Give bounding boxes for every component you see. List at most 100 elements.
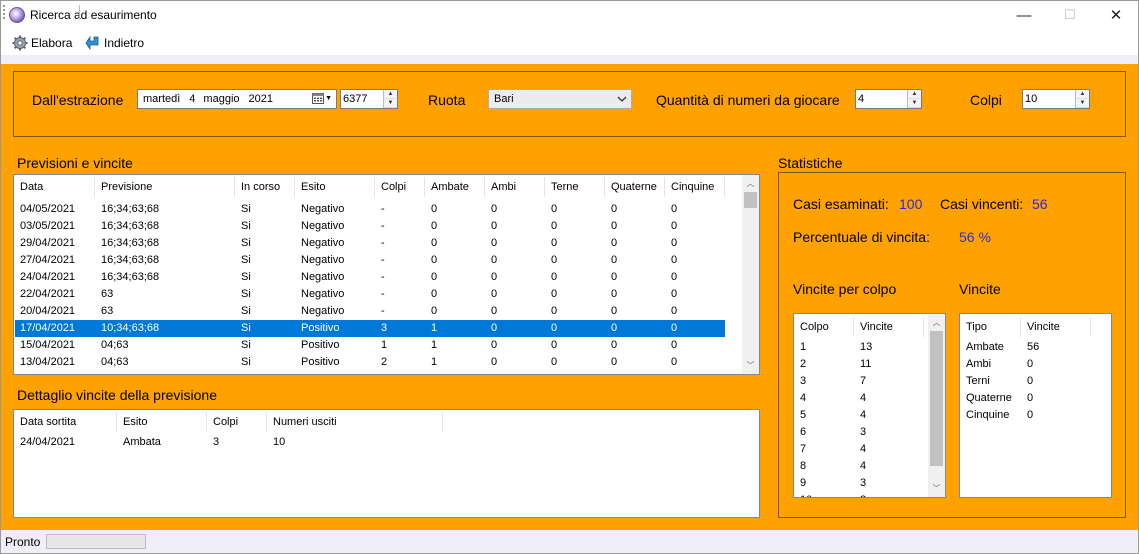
table-row[interactable]: 54 <box>795 407 924 424</box>
extraction-number-value: 6377 <box>343 93 368 105</box>
table-row[interactable]: 04/05/2021 16;34;63;68 Si Negativo - 0 0 0 0 0 <box>15 201 725 218</box>
table-row[interactable]: 24/04/2021 Ambata 3 10 <box>15 434 443 451</box>
table-row[interactable]: 17/04/2021 10;34;63;68 Si Positivo 3 1 0 0 0 0 <box>15 320 725 337</box>
table-row[interactable]: 03/05/2021 16;34;63;68 Si Negativo - 0 0 0 0 0 <box>15 218 725 235</box>
spin-down-icon[interactable]: ▼ <box>908 99 921 108</box>
column-header[interactable]: Ambate <box>425 177 485 197</box>
column-header[interactable]: Colpo <box>794 317 854 337</box>
scroll-thumb[interactable] <box>930 331 943 466</box>
casi-vincenti-label: Casi vincenti: <box>940 196 1024 212</box>
table-row[interactable]: 37 <box>795 373 924 390</box>
minimize-button[interactable]: — <box>1001 0 1047 30</box>
colpi-spinner[interactable]: ▲ ▼ <box>1075 90 1089 108</box>
spin-up-icon[interactable]: ▲ <box>1076 90 1089 99</box>
table-row[interactable]: 15/04/2021 04;63 Si Positivo 1 1 0 0 0 0 <box>15 337 725 354</box>
table-cell: Si <box>241 305 251 317</box>
table-row[interactable]: 93 <box>795 475 924 492</box>
table-row[interactable]: 29/04/2021 16;34;63;68 Si Negativo - 0 0 0 0 0 <box>15 235 725 252</box>
table-cell: 17/04/2021 <box>20 322 76 334</box>
table-cell: - <box>381 305 385 317</box>
elabora-button[interactable]: Elabora <box>12 34 72 52</box>
table-row[interactable]: 44 <box>795 390 924 407</box>
column-header[interactable]: In corso <box>235 177 295 197</box>
table-row[interactable]: 2 11 <box>795 356 924 373</box>
table-row[interactable]: 10 2 <box>795 492 924 497</box>
table-cell: 0 <box>491 305 498 317</box>
previsioni-list[interactable]: Data Previsione In corso Esito Colpi Ambate Am… <box>13 174 760 375</box>
table-cell: 0 <box>611 288 618 300</box>
column-header[interactable]: Terne <box>545 177 605 197</box>
table-cell: 16;34;63;68 <box>101 271 160 283</box>
table-row[interactable]: Ambate 56 <box>961 339 1091 356</box>
table-cell: Si <box>241 339 251 351</box>
column-header[interactable]: Vincite <box>1021 317 1091 337</box>
table-row[interactable]: Ambi 0 <box>961 356 1091 373</box>
maximize-button[interactable]: ☐ <box>1047 0 1093 30</box>
table-cell: 0 <box>611 356 618 368</box>
previsioni-scrollbar[interactable]: ︿ ﹀ <box>742 175 759 374</box>
table-row[interactable]: Cinquine 0 <box>961 407 1091 424</box>
column-header[interactable]: Ambi <box>485 177 545 197</box>
table-row[interactable]: 22/04/2021 63 Si Negativo - 0 0 0 0 0 <box>15 286 725 303</box>
qty-stepper[interactable]: 4 ▲ ▼ <box>855 89 922 109</box>
table-cell: Si <box>241 271 251 283</box>
table-cell: 0 <box>671 288 678 300</box>
table-cell: 10;34;63;68 <box>101 322 160 334</box>
column-header[interactable]: Colpi <box>207 412 267 432</box>
extraction-number-stepper[interactable]: 6377 ▲ ▼ <box>340 89 398 109</box>
table-row[interactable]: 74 <box>795 441 924 458</box>
qty-spinner[interactable]: ▲ ▼ <box>907 90 921 108</box>
ruota-select[interactable]: Bari <box>488 89 632 109</box>
table-cell: 13/04/2021 <box>20 356 76 368</box>
indietro-button[interactable]: Indietro <box>85 34 144 52</box>
calendar-dropdown-icon[interactable]: ▼ <box>312 92 332 104</box>
column-header[interactable]: Tipo <box>960 317 1021 337</box>
vincite-per-colpo-list[interactable]: ColpoVincite 11321137445463748493102 ︿ ﹀ <box>793 313 946 498</box>
column-header[interactable]: Quaterne <box>605 177 665 197</box>
dettaglio-list[interactable]: Data sortita Esito Colpi Numeri usciti 24/0… <box>13 409 760 518</box>
table-row[interactable]: 13/04/2021 04;63 Si Positivo 2 1 0 0 0 0 <box>15 354 725 371</box>
table-row[interactable]: 84 <box>795 458 924 475</box>
spin-down-icon[interactable]: ▼ <box>1076 99 1089 108</box>
table-row[interactable]: 27/04/2021 16;34;63;68 Si Negativo - 0 0 0 0 0 <box>15 252 725 269</box>
vincite-per-colpo-scrollbar[interactable]: ︿ ﹀ <box>928 314 945 497</box>
date-picker[interactable]: martedì 4 maggio 2021 ▼ <box>137 89 337 109</box>
column-header[interactable]: Esito <box>117 412 207 432</box>
column-header[interactable]: Previsione <box>95 177 235 197</box>
table-cell: 63 <box>101 305 114 317</box>
ruota-label: Ruota <box>428 92 466 108</box>
table-cell: 0 <box>551 220 558 232</box>
scroll-down-icon[interactable]: ﹀ <box>928 480 945 497</box>
spin-down-icon[interactable]: ▼ <box>384 99 397 108</box>
table-cell: 0 <box>491 237 498 249</box>
table-cell: 0 <box>671 271 678 283</box>
vincite-list[interactable]: Tipo Vincite Ambate 56 Ambi 0 Terni 0 Quaterne 0… <box>959 313 1112 498</box>
table-cell: 0 <box>491 356 498 368</box>
spin-up-icon[interactable]: ▲ <box>908 90 921 99</box>
table-row[interactable]: 24/04/2021 16;34;63;68 Si Negativo - 0 0 0 0 0 <box>15 269 725 286</box>
colpi-stepper[interactable]: 10 ▲ ▼ <box>1022 89 1090 109</box>
scroll-thumb[interactable] <box>744 192 757 208</box>
column-header[interactable]: Data <box>14 177 95 197</box>
table-cell: 0 <box>671 220 678 232</box>
toolbar-grip[interactable] <box>3 5 5 19</box>
table-row[interactable]: 63 <box>795 424 924 441</box>
extraction-number-spinner[interactable]: ▲ ▼ <box>383 90 397 108</box>
column-header[interactable]: Data sortita <box>14 412 117 432</box>
scroll-up-icon[interactable]: ︿ <box>928 314 945 331</box>
table-cell: 0 <box>611 271 618 283</box>
table-cell: 0 <box>1027 409 1034 421</box>
spin-up-icon[interactable]: ▲ <box>384 90 397 99</box>
scroll-down-icon[interactable]: ﹀ <box>742 357 759 374</box>
column-header[interactable]: Vincite <box>854 317 924 337</box>
table-row[interactable]: Terni 0 <box>961 373 1091 390</box>
table-row[interactable]: Quaterne 0 <box>961 390 1091 407</box>
column-header[interactable]: Cinquine <box>665 177 725 197</box>
table-row[interactable]: 1 13 <box>795 339 924 356</box>
table-row[interactable]: 20/04/2021 63 Si Negativo - 0 0 0 0 0 <box>15 303 725 320</box>
close-button[interactable]: ✕ <box>1093 0 1139 30</box>
scroll-up-icon[interactable]: ︿ <box>742 175 759 192</box>
column-header[interactable]: Colpi <box>375 177 425 197</box>
column-header[interactable]: Numeri usciti <box>267 412 443 432</box>
column-header[interactable]: Esito <box>295 177 375 197</box>
